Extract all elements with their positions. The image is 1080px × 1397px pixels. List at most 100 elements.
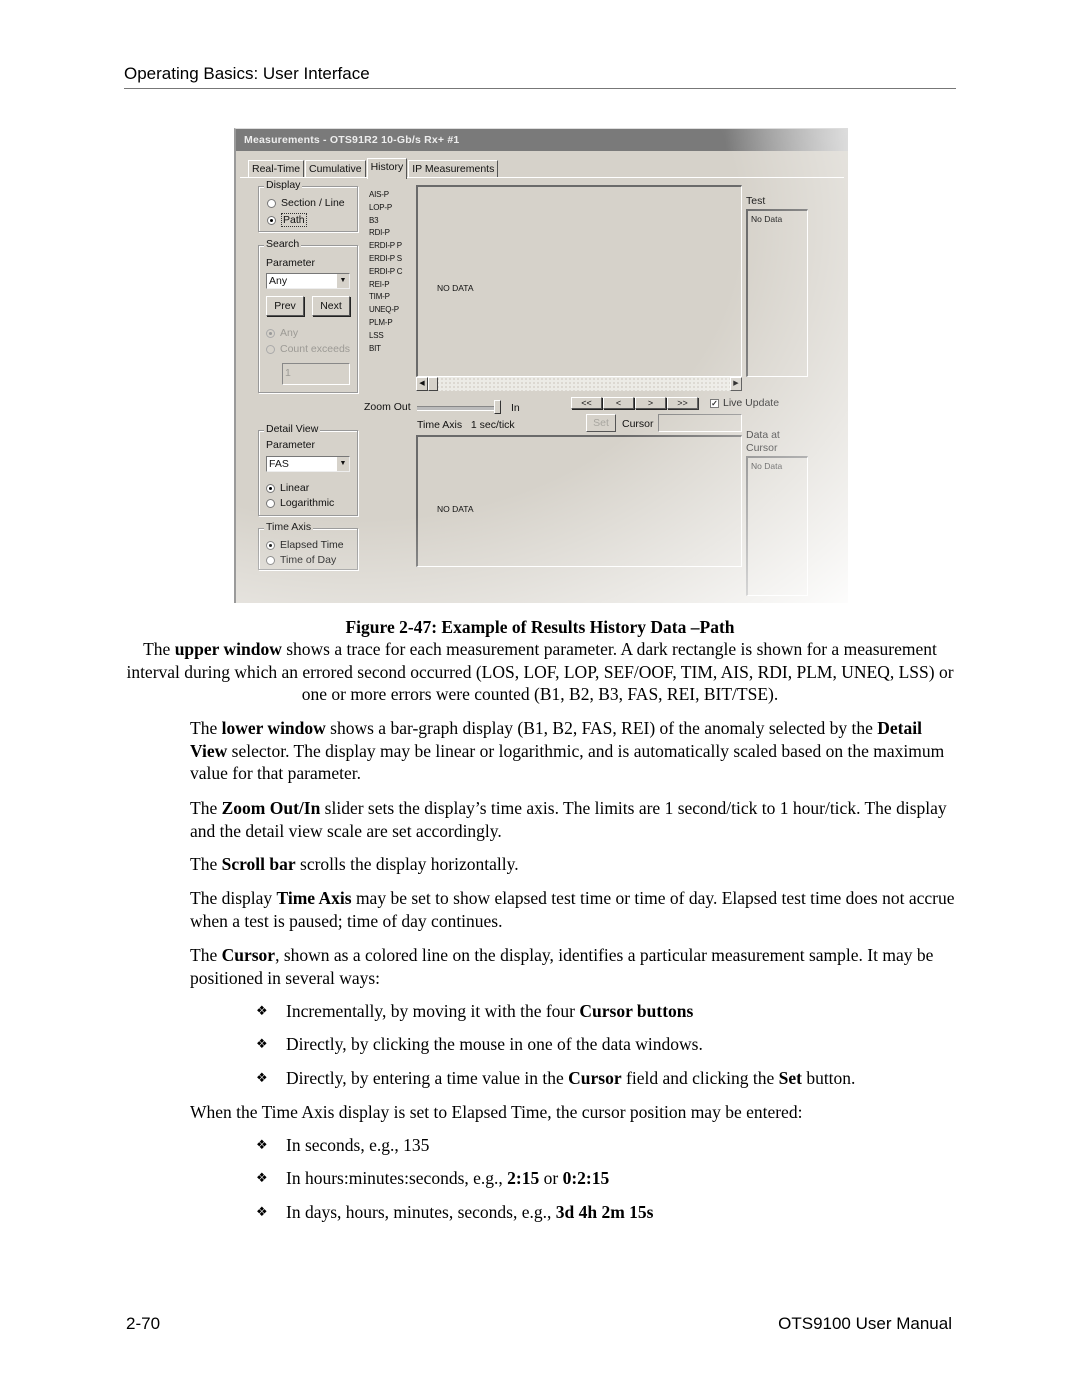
text: The <box>190 798 222 818</box>
text: In days, hours, minutes, seconds, e.g., <box>286 1202 556 1222</box>
radio-selected-icon <box>267 215 276 225</box>
tab-real-time[interactable]: Real-Time <box>248 160 305 178</box>
data-at-cursor-box: No Data <box>746 456 808 596</box>
parameter-label: ERDI-P P <box>369 241 402 251</box>
text: selector. The display may be linear or l… <box>190 740 945 784</box>
zoom-in-label: In <box>511 402 520 414</box>
radio-selected-icon <box>266 540 275 550</box>
bullet-diamond-icon: ❖ <box>256 1205 268 1220</box>
parameter-label: B3 <box>369 215 379 225</box>
test-label: Test <box>746 195 766 207</box>
lower-no-data-text: NO DATA <box>437 504 474 514</box>
text: In seconds, e.g., 135 <box>286 1135 430 1155</box>
set-button[interactable]: Set <box>586 414 616 432</box>
bold-term: Zoom Out/In <box>221 798 321 818</box>
radio-linear[interactable]: Linear <box>266 482 309 494</box>
window-title: Measurements - OTS91R2 10-Gb/s Rx+ #1 <box>236 129 848 151</box>
parameter-label: LSS <box>369 330 384 340</box>
upper-no-data-text: NO DATA <box>437 283 474 293</box>
cursor-input[interactable] <box>658 414 742 432</box>
radio-any[interactable]: Any <box>266 327 298 339</box>
radio-icon <box>266 555 275 565</box>
measurements-window: Measurements - OTS91R2 10-Gb/s Rx+ #1 Re… <box>234 128 848 603</box>
text: shows a bar-graph display (B1, B2, FAS, … <box>325 718 878 738</box>
radio-label: Time of Day <box>280 554 337 566</box>
radio-section-line[interactable]: Section / Line <box>267 197 345 209</box>
cursor-first-button[interactable]: << <box>571 397 602 409</box>
list-item: ❖ Incrementally, by moving it with the f… <box>256 1001 693 1023</box>
radio-logarithmic[interactable]: Logarithmic <box>266 497 334 509</box>
horizontal-scrollbar[interactable]: ◀ ▶ <box>416 377 742 391</box>
data-at-cursor-value: No Data <box>751 461 783 471</box>
parameter-list: AIS-P LOP-P B3 RDI-P ERDI-P P ERDI-P S E… <box>369 189 403 355</box>
radio-elapsed-time[interactable]: Elapsed Time <box>266 539 344 551</box>
radio-path[interactable]: Path <box>267 213 307 227</box>
tab-history[interactable]: History <box>366 158 408 179</box>
radio-selected-icon <box>266 483 275 493</box>
text: The display <box>190 888 277 908</box>
time-axis-readout-value: 1 sec/tick <box>470 419 515 431</box>
section-header: Operating Basics: User Interface <box>124 64 956 89</box>
parameter-label: LOP-P <box>369 202 393 212</box>
radio-time-of-day[interactable]: Time of Day <box>266 554 336 566</box>
bold-term: 0:2:15 <box>562 1168 610 1188</box>
list-item: ❖ Directly, by entering a time value in … <box>256 1068 855 1090</box>
detail-view-group-label: Detail View <box>264 423 321 435</box>
paragraph-zoom: The Zoom Out/In slider sets the display’… <box>190 797 960 842</box>
scroll-right-icon[interactable]: ▶ <box>730 377 742 391</box>
search-parameter-select[interactable]: Any ▼ <box>266 273 350 289</box>
list-item: ❖ Directly, by clicking the mouse in one… <box>256 1034 703 1056</box>
bold-term: Scroll bar <box>221 854 296 874</box>
live-update-checkbox[interactable]: ✓ Live Update <box>710 397 779 409</box>
radio-label: Any <box>280 327 299 339</box>
parameter-label: REI-P <box>369 279 390 289</box>
test-box-value: No Data <box>751 214 783 224</box>
select-value: Any <box>269 275 288 287</box>
paragraph-cursor: The Cursor, shown as a colored line on t… <box>190 944 960 989</box>
upper-trace-window[interactable]: NO DATA <box>416 185 742 377</box>
radio-count-exceeds[interactable]: Count exceeds <box>266 343 350 355</box>
data-at-cursor-label: Data at Cursor <box>746 429 780 455</box>
cursor-last-button[interactable]: >> <box>667 397 698 409</box>
radio-label: Elapsed Time <box>280 539 344 551</box>
cursor-next-button[interactable]: > <box>635 397 666 409</box>
paragraph-time-axis: The display Time Axis may be set to show… <box>190 887 960 932</box>
lower-bar-graph-window[interactable]: NO DATA <box>416 435 742 567</box>
text: or <box>539 1168 563 1188</box>
bullet-diamond-icon: ❖ <box>256 1004 268 1019</box>
live-update-label: Live Update <box>723 397 780 409</box>
figure-caption: Figure 2-47: Example of Results History … <box>345 617 735 637</box>
search-group-label: Search <box>264 238 302 250</box>
bold-term: upper window <box>174 639 282 659</box>
radio-label: Count exceeds <box>280 343 351 355</box>
prev-button[interactable]: Prev <box>266 296 304 316</box>
cursor-prev-button[interactable]: < <box>603 397 634 409</box>
list-item: ❖ In days, hours, minutes, seconds, e.g.… <box>256 1202 654 1224</box>
radio-icon <box>266 344 275 354</box>
zoom-slider-thumb[interactable] <box>494 400 501 414</box>
time-axis-readout: Time Axis 1 sec/tick <box>417 419 515 431</box>
detail-parameter-select[interactable]: FAS ▼ <box>266 456 350 472</box>
radio-label: Linear <box>280 482 310 494</box>
manual-title: OTS9100 User Manual <box>778 1314 952 1333</box>
paragraph-scroll-bar: The Scroll bar scrolls the display horiz… <box>190 853 960 876</box>
scroll-left-icon[interactable]: ◀ <box>416 377 428 391</box>
text: button. <box>801 1068 856 1088</box>
zoom-slider-track[interactable] <box>417 406 501 411</box>
parameter-label: TIM-P <box>369 292 390 302</box>
next-button[interactable]: Next <box>312 296 350 316</box>
scroll-thumb[interactable] <box>428 377 438 391</box>
text: Directly, by entering a time value in th… <box>286 1068 569 1088</box>
tab-ip-measurements[interactable]: IP Measurements <box>408 160 499 178</box>
bold-term: lower window <box>221 718 326 738</box>
count-threshold-input[interactable]: 1 <box>282 363 350 385</box>
text: Directly, by clicking the mouse in one o… <box>286 1034 703 1054</box>
display-group: Display Section / Line Path <box>258 179 358 232</box>
radio-label: Path <box>281 213 307 227</box>
time-axis-readout-label: Time Axis <box>417 419 463 431</box>
bold-term: 3d 4h 2m 15s <box>555 1202 654 1222</box>
bullet-diamond-icon: ❖ <box>256 1171 268 1186</box>
bold-term: Cursor <box>221 945 276 965</box>
zoom-out-label: Zoom Out <box>364 401 411 413</box>
tab-cumulative[interactable]: Cumulative <box>305 160 366 178</box>
